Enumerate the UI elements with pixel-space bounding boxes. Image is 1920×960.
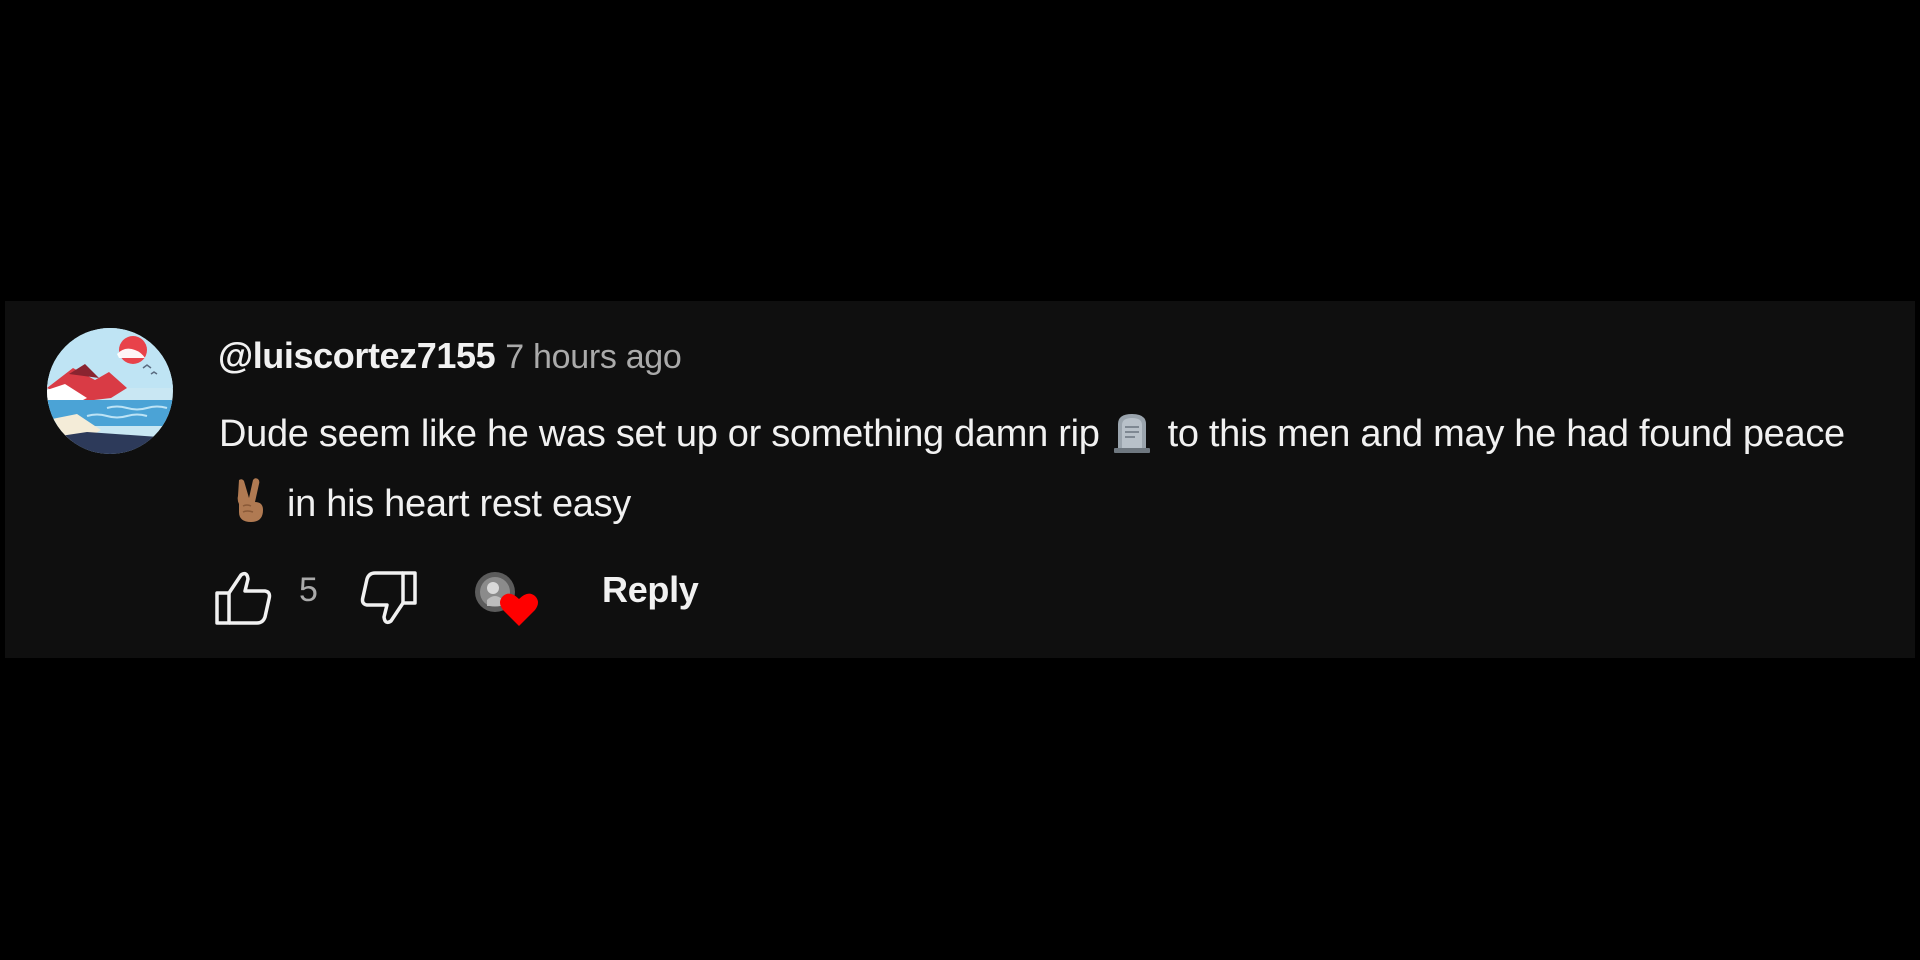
victory-hand-icon	[229, 476, 273, 543]
comment-card: @luiscortez7155 7 hours ago Dude seem li…	[5, 301, 1915, 658]
comment-text-part2: to this men and may he had found peace	[1167, 413, 1846, 455]
thumbs-down-icon	[360, 571, 417, 625]
headstone-icon	[1110, 410, 1154, 473]
comment-timestamp[interactable]: 7 hours ago	[505, 338, 682, 377]
creator-heart-icon	[475, 572, 538, 626]
comment-actions: 5 Reply	[213, 559, 813, 631]
creator-heart-badge[interactable]	[473, 568, 543, 630]
like-count: 5	[299, 571, 318, 609]
comment-header: @luiscortez7155 7 hours ago	[218, 335, 682, 377]
comment-text: Dude seem like he was set up or somethin…	[219, 403, 1879, 543]
page: @luiscortez7155 7 hours ago Dude seem li…	[0, 0, 1920, 960]
avatar[interactable]	[47, 328, 173, 454]
avatar-image	[47, 328, 173, 454]
thumbs-up-icon	[215, 571, 272, 625]
like-button[interactable]	[213, 569, 275, 627]
author-name[interactable]: @luiscortez7155	[218, 335, 496, 377]
dislike-button[interactable]	[359, 569, 421, 627]
comment-text-part1: Dude seem like he was set up or somethin…	[219, 413, 1100, 455]
reply-button[interactable]: Reply	[602, 569, 699, 611]
comment-text-part3: in his heart rest easy	[287, 483, 632, 525]
